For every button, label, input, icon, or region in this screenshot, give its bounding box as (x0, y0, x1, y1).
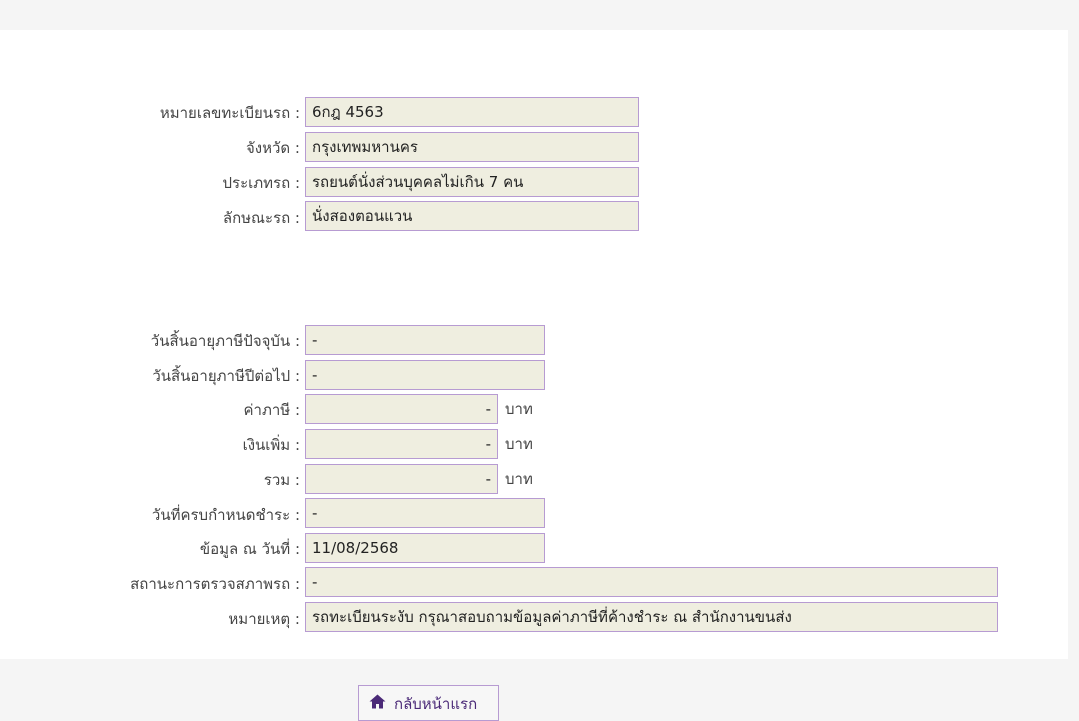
body-style-field: นั่งสองตอนแวน (305, 201, 639, 231)
province-field: กรุงเทพมหานคร (305, 132, 639, 162)
home-button-label: กลับหน้าแรก (394, 695, 478, 713)
note-label: หมายเหตุ : (228, 610, 300, 628)
province-label: จังหวัด : (246, 139, 300, 157)
total-label: รวม : (263, 471, 300, 489)
extra-unit: บาท (505, 435, 533, 453)
vehicle-type-field: รถยนต์นั่งส่วนบุคคลไม่เกิน 7 คน (305, 167, 639, 197)
plate-label: หมายเลขทะเบียนรถ : (159, 104, 300, 122)
note-field: รถทะเบียนระงับ กรุณาสอบถามข้อมูลค่าภาษีท… (305, 602, 998, 632)
inspection-label: สถานะการตรวจสภาพรถ : (130, 575, 300, 593)
as-of-field: 11/08/2568 (305, 533, 545, 563)
home-button[interactable]: กลับหน้าแรก (358, 685, 499, 721)
tax-field: - (305, 394, 498, 424)
inspection-field: - (305, 567, 998, 597)
total-unit: บาท (505, 470, 533, 488)
extra-field: - (305, 429, 498, 459)
tax-unit: บาท (505, 400, 533, 418)
expire-current-label: วันสิ้นอายุภาษีปัจจุบัน : (150, 332, 300, 350)
due-date-field: - (305, 498, 545, 528)
total-field: - (305, 464, 498, 494)
expire-next-label: วันสิ้นอายุภาษีปีต่อไป : (152, 367, 300, 385)
home-icon (369, 692, 386, 713)
body-style-label: ลักษณะรถ : (222, 209, 300, 227)
expire-next-field: - (305, 360, 545, 390)
as-of-label: ข้อมูล ณ วันที่ : (199, 540, 300, 558)
plate-field: 6กฎ 4563 (305, 97, 639, 127)
expire-current-field: - (305, 325, 545, 355)
vehicle-type-label: ประเภทรถ : (222, 174, 301, 192)
extra-label: เงินเพิ่ม : (242, 436, 300, 454)
due-date-label: วันที่ครบกำหนดชำระ : (151, 506, 300, 524)
tax-label: ค่าภาษี : (243, 401, 300, 419)
